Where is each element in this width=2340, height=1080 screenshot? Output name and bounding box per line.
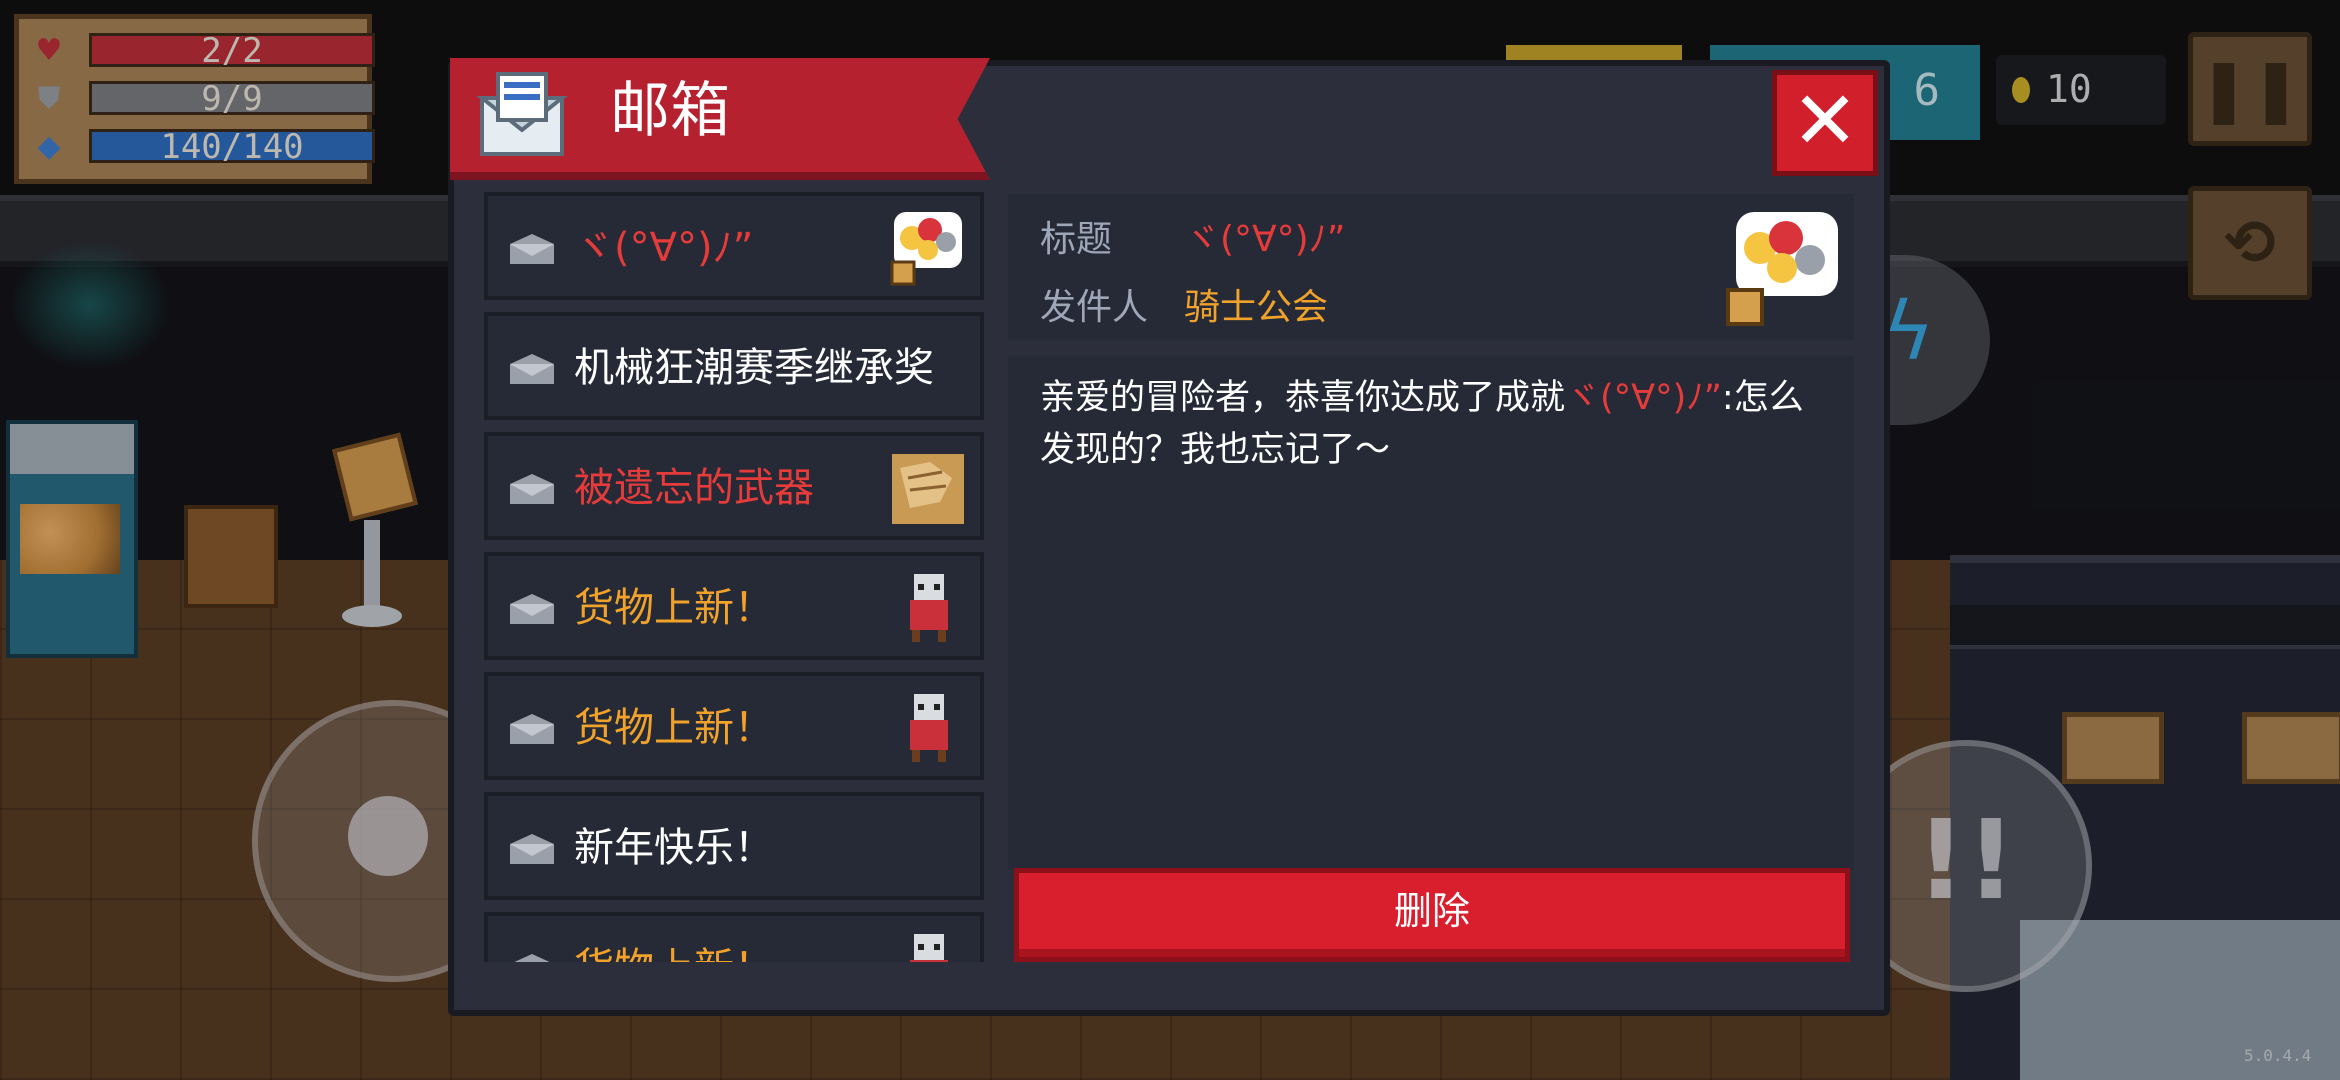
envelope-icon	[510, 354, 554, 384]
mail-detail-header: 标题 ヾ(°∀°)ﾉ” 发件人 骑士公会	[1008, 194, 1854, 340]
mail-list-item[interactable]: 货物上新！	[484, 672, 984, 780]
mail-subject: 新年快乐！	[574, 825, 774, 871]
delete-label: 删除	[1393, 889, 1470, 933]
title-label: 标题	[1040, 219, 1113, 260]
mailbox-title: 邮箱	[610, 76, 730, 146]
sender-label: 发件人	[1040, 287, 1149, 328]
mail-subject: ヾ(°∀°)ﾉ”	[574, 225, 754, 271]
scroll-icon	[892, 454, 964, 524]
delete-button[interactable]: 删除	[1014, 868, 1850, 962]
envelope-icon	[514, 954, 550, 962]
mail-list-item[interactable]: ヾ(°∀°)ﾉ”	[484, 192, 984, 300]
mail-subject: 被遗忘的武器	[574, 465, 814, 511]
mail-list[interactable]: ヾ(°∀°)ﾉ” 机械狂潮赛季继承奖 被遗忘的武器 货物上新！ 货物上新！ 新年…	[478, 186, 992, 962]
mail-body-prefix: 亲爱的冒险者，恭喜你达成了成就	[1040, 378, 1566, 418]
mail-list-item[interactable]: 被遗忘的武器	[484, 432, 984, 540]
mail-list-item[interactable]: 货物上新！	[484, 912, 984, 962]
mail-detail-body: 亲爱的冒险者，恭喜你达成了成就ヾ(°∀°)ﾉ”:怎么发现的？我也忘记了～	[1008, 356, 1854, 870]
merchant-icon	[910, 574, 948, 642]
mail-list-item[interactable]: 机械狂潮赛季继承奖	[484, 312, 984, 420]
merchant-icon	[910, 934, 948, 962]
mail-subject: 货物上新！	[574, 942, 904, 962]
envelope-icon	[510, 834, 554, 864]
title-value: ヾ(°∀°)ﾉ”	[1184, 219, 1346, 260]
envelope-icon	[510, 234, 554, 264]
mail-list-item[interactable]: 新年快乐！	[484, 792, 984, 900]
mail-list-item[interactable]: 货物上新！	[484, 552, 984, 660]
mail-body-highlight: ヾ(°∀°)ﾉ”	[1565, 378, 1722, 418]
emoji-sticker-icon	[890, 212, 962, 286]
close-icon: ✕	[1791, 74, 1859, 167]
mail-icon	[476, 72, 568, 156]
emoji-sticker-icon	[1726, 212, 1838, 326]
envelope-icon	[510, 714, 554, 744]
envelope-icon	[510, 594, 554, 624]
sender-value: 骑士公会	[1184, 287, 1329, 328]
mail-subject: 机械狂潮赛季继承奖	[574, 345, 934, 391]
mail-body-text: 亲爱的冒险者，恭喜你达成了成就ヾ(°∀°)ﾉ”:怎么发现的？我也忘记了～	[1040, 372, 1820, 476]
close-button[interactable]: ✕	[1772, 70, 1878, 176]
merchant-icon	[910, 694, 948, 762]
envelope-icon	[510, 474, 554, 504]
mail-subject: 货物上新！	[574, 705, 774, 751]
mail-subject: 货物上新！	[574, 585, 774, 631]
